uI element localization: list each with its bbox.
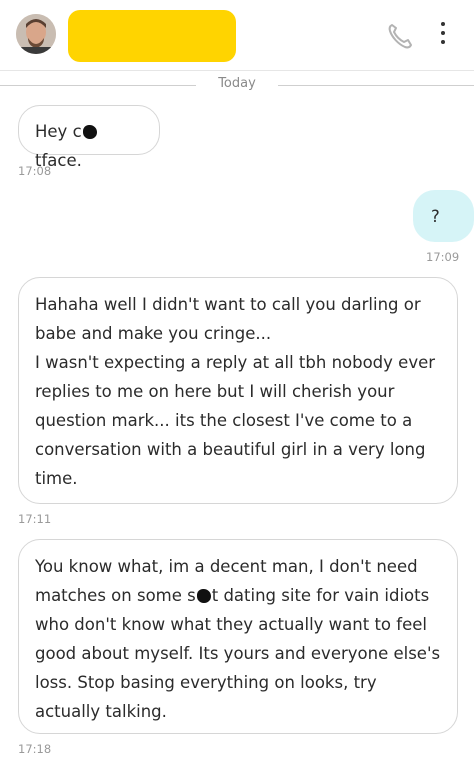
message-timestamp: 17:09 — [426, 250, 460, 264]
message-text: Hey ctface. — [35, 117, 143, 175]
phone-icon[interactable] — [384, 20, 416, 52]
message-text: Hahaha well I didn't want to call you da… — [35, 295, 436, 488]
contact-name-redaction — [68, 10, 236, 62]
day-label: Today — [218, 76, 256, 91]
redaction-blot — [196, 589, 211, 603]
message-bubble-incoming[interactable]: You know what, im a decent man, I don't … — [18, 539, 458, 734]
message-bubble-incoming[interactable]: Hahaha well I didn't want to call you da… — [18, 277, 458, 504]
chat-header — [0, 0, 474, 71]
more-vertical-icon[interactable] — [438, 22, 448, 48]
message-timestamp: 17:18 — [18, 742, 52, 756]
redaction-blot — [82, 125, 97, 139]
contact-avatar[interactable] — [16, 14, 56, 54]
avatar-photo — [16, 14, 56, 54]
message-bubble-outgoing[interactable]: ? — [413, 190, 474, 242]
day-divider-left — [0, 85, 196, 86]
message-timestamp: 17:08 — [18, 164, 52, 178]
message-text: ? — [431, 207, 440, 226]
day-divider-right — [278, 85, 474, 86]
message-bubble-incoming[interactable]: Hey ctface. — [18, 105, 160, 170]
message-text: You know what, im a decent man, I don't … — [35, 557, 446, 721]
message-timestamp: 17:11 — [18, 512, 52, 526]
